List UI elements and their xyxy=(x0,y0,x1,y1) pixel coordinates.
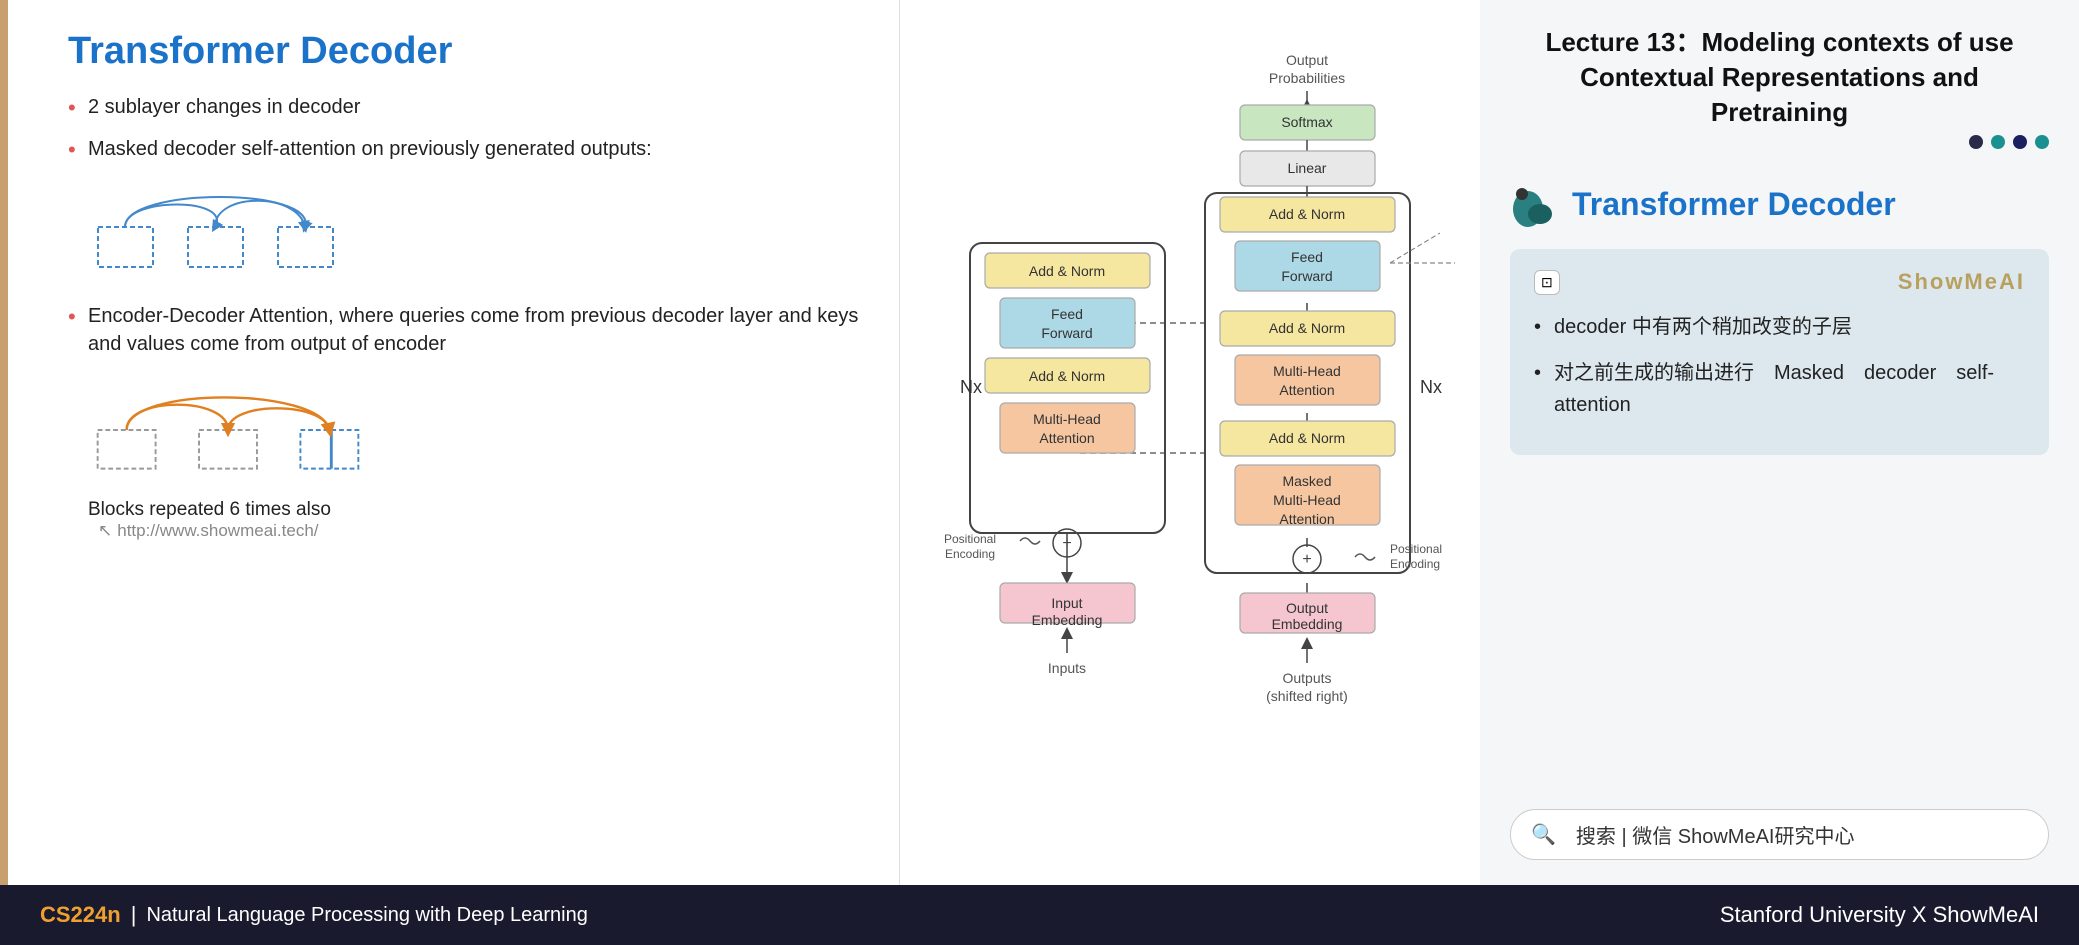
transformer-diagram: Nx Add & Norm Feed Forward Add & Norm Mu… xyxy=(910,33,1470,853)
svg-text:Input: Input xyxy=(1051,595,1082,611)
svg-text:Feed: Feed xyxy=(1051,306,1083,322)
svg-text:Linear: Linear xyxy=(1288,160,1327,176)
slide-panel: Transformer Decoder 2 sublayer changes i… xyxy=(0,0,900,885)
svg-text:Multi-Head: Multi-Head xyxy=(1273,363,1341,379)
svg-text:+: + xyxy=(1302,551,1311,568)
svg-text:Probabilities: Probabilities xyxy=(1269,70,1345,86)
arrow-diagram xyxy=(88,380,368,480)
svg-text:Nx: Nx xyxy=(960,377,982,397)
info-box-header: ⊡ ShowMeAI xyxy=(1534,269,2025,295)
bottom-left: CS224n | Natural Language Processing wit… xyxy=(40,902,588,928)
svg-text:Add & Norm: Add & Norm xyxy=(1029,263,1105,279)
bullet-1: 2 sublayer changes in decoder xyxy=(68,93,859,121)
info-bullets: decoder 中有两个稍加改变的子层 对之前生成的输出进行 Masked de… xyxy=(1534,311,2025,421)
course-desc: Natural Language Processing with Deep Le… xyxy=(146,904,587,927)
search-text: 搜索 | 微信 ShowMeAI研究中心 xyxy=(1576,820,1855,849)
cursor-icon: ↖ xyxy=(98,521,112,541)
wave-icon xyxy=(1510,179,1560,229)
svg-text:Nx: Nx xyxy=(1420,377,1442,397)
bullet-3: Encoder-Decoder Attention, where queries… xyxy=(68,302,859,358)
main-container: Transformer Decoder 2 sublayer changes i… xyxy=(0,0,2079,945)
dots-row xyxy=(1510,135,2049,149)
svg-text:Add & Norm: Add & Norm xyxy=(1029,368,1105,384)
svg-text:Forward: Forward xyxy=(1281,268,1332,284)
slide-title: Transformer Decoder xyxy=(68,30,859,73)
blocks-text: Blocks repeated 6 times also xyxy=(88,499,859,521)
search-icon: 🔍 xyxy=(1531,822,1556,847)
svg-text:Forward: Forward xyxy=(1041,325,1092,341)
svg-text:Encoding: Encoding xyxy=(945,547,995,561)
dot-1 xyxy=(1969,135,1983,149)
bottom-bar: CS224n | Natural Language Processing wit… xyxy=(0,885,2079,945)
course-separator: | xyxy=(131,902,137,928)
info-box: ⊡ ShowMeAI decoder 中有两个稍加改变的子层 对之前生成的输出进… xyxy=(1510,249,2049,455)
course-name: CS224n xyxy=(40,902,121,928)
dot-2 xyxy=(1991,135,2005,149)
svg-text:Attention: Attention xyxy=(1279,511,1334,527)
svg-text:Embedding: Embedding xyxy=(1272,616,1343,632)
url-text: ↖ http://www.showmeai.tech/ xyxy=(98,521,859,541)
svg-text:+: + xyxy=(1062,535,1071,552)
lecture-title: Lecture 13：Modeling contexts of use Cont… xyxy=(1510,25,2049,130)
svg-text:Add & Norm: Add & Norm xyxy=(1269,206,1345,222)
svg-text:Feed: Feed xyxy=(1291,249,1323,265)
svg-text:Output: Output xyxy=(1286,52,1328,68)
info-bullet-1: decoder 中有两个稍加改变的子层 xyxy=(1534,311,2025,343)
svg-text:Inputs: Inputs xyxy=(1048,660,1086,676)
bullet-list: 2 sublayer changes in decoder Masked dec… xyxy=(68,93,859,163)
right-panel: Lecture 13：Modeling contexts of use Cont… xyxy=(1480,0,2079,885)
attention-diagram xyxy=(88,187,338,277)
svg-text:Embedding: Embedding xyxy=(1032,612,1103,628)
svg-text:Encoding: Encoding xyxy=(1390,557,1440,571)
content-area: Transformer Decoder 2 sublayer changes i… xyxy=(0,0,2079,885)
bullet-2: Masked decoder self-attention on previou… xyxy=(68,135,859,163)
bottom-right: Stanford University X ShowMeAI xyxy=(1720,902,2039,928)
svg-text:Add & Norm: Add & Norm xyxy=(1269,430,1345,446)
svg-text:Output: Output xyxy=(1286,600,1328,616)
showmeai-label: ShowMeAI xyxy=(1898,269,2025,295)
section-header: Transformer Decoder xyxy=(1510,179,2049,229)
svg-text:Outputs: Outputs xyxy=(1282,670,1331,686)
svg-text:Attention: Attention xyxy=(1279,382,1334,398)
svg-text:Multi-Head: Multi-Head xyxy=(1273,492,1341,508)
svg-text:Multi-Head: Multi-Head xyxy=(1033,411,1101,427)
svg-text:Masked: Masked xyxy=(1282,473,1331,489)
svg-text:(shifted right): (shifted right) xyxy=(1266,688,1348,704)
diagram-panel: Nx Add & Norm Feed Forward Add & Norm Mu… xyxy=(900,0,1480,885)
search-bar[interactable]: 🔍 搜索 | 微信 ShowMeAI研究中心 xyxy=(1510,809,2049,860)
svg-text:Attention: Attention xyxy=(1039,430,1094,446)
info-bullet-2: 对之前生成的输出进行 Masked decoder self-attention xyxy=(1534,357,2025,421)
svg-text:Positional: Positional xyxy=(1390,542,1442,556)
dot-4 xyxy=(2035,135,2049,149)
svg-text:Add & Norm: Add & Norm xyxy=(1269,320,1345,336)
dot-3 xyxy=(2013,135,2027,149)
svg-text:Positional: Positional xyxy=(944,532,996,546)
svg-text:Softmax: Softmax xyxy=(1281,114,1332,130)
encoder-decoder-list: Encoder-Decoder Attention, where queries… xyxy=(68,302,859,358)
section-title-right: Transformer Decoder xyxy=(1572,186,1896,223)
ai-icon: ⊡ xyxy=(1534,270,1560,295)
